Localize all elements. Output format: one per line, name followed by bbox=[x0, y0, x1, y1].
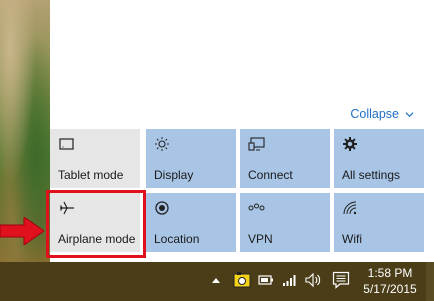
red-arrow-icon bbox=[0, 217, 44, 245]
tile-label: Location bbox=[154, 232, 200, 246]
location-icon bbox=[155, 201, 169, 215]
chevron-down-icon bbox=[405, 111, 414, 117]
all-settings-tile[interactable]: All settings bbox=[334, 129, 424, 188]
taskbar-clock[interactable]: 1:58 PM 5/17/2015 bbox=[360, 265, 420, 297]
tile-label: All settings bbox=[342, 168, 401, 182]
display-tile[interactable]: Display bbox=[146, 129, 236, 188]
volume-icon[interactable] bbox=[305, 270, 323, 290]
tile-label: VPN bbox=[248, 232, 273, 246]
gear-icon bbox=[343, 137, 357, 151]
vpn-tile[interactable]: VPN bbox=[240, 193, 330, 252]
collapse-label: Collapse bbox=[350, 107, 399, 121]
camera-tray-icon[interactable] bbox=[233, 270, 251, 290]
clock-time: 1:58 PM bbox=[367, 266, 413, 280]
vpn-icon bbox=[248, 203, 265, 211]
network-signal-icon[interactable] bbox=[282, 270, 298, 290]
tile-label: Wifi bbox=[342, 232, 362, 246]
show-desktop-button[interactable] bbox=[426, 262, 434, 301]
tablet-mode-tile[interactable]: Tablet mode bbox=[50, 129, 140, 188]
tile-label: Tablet mode bbox=[58, 168, 124, 182]
location-tile[interactable]: Location bbox=[146, 193, 236, 252]
battery-icon[interactable] bbox=[258, 270, 274, 290]
brightness-icon bbox=[155, 137, 169, 151]
tile-label: Display bbox=[154, 168, 194, 182]
action-center-icon[interactable] bbox=[332, 271, 350, 289]
highlight-box bbox=[46, 190, 146, 258]
wifi-tile[interactable]: Wifi bbox=[334, 193, 424, 252]
connect-tile[interactable]: Connect bbox=[240, 129, 330, 188]
tablet-icon bbox=[59, 138, 74, 150]
connect-icon bbox=[248, 137, 265, 151]
wifi-icon bbox=[343, 201, 357, 215]
collapse-button[interactable]: Collapse bbox=[350, 107, 414, 121]
clock-date: 5/17/2015 bbox=[363, 282, 417, 296]
tile-label: Connect bbox=[248, 168, 293, 182]
chevron-up-icon[interactable] bbox=[210, 270, 222, 290]
